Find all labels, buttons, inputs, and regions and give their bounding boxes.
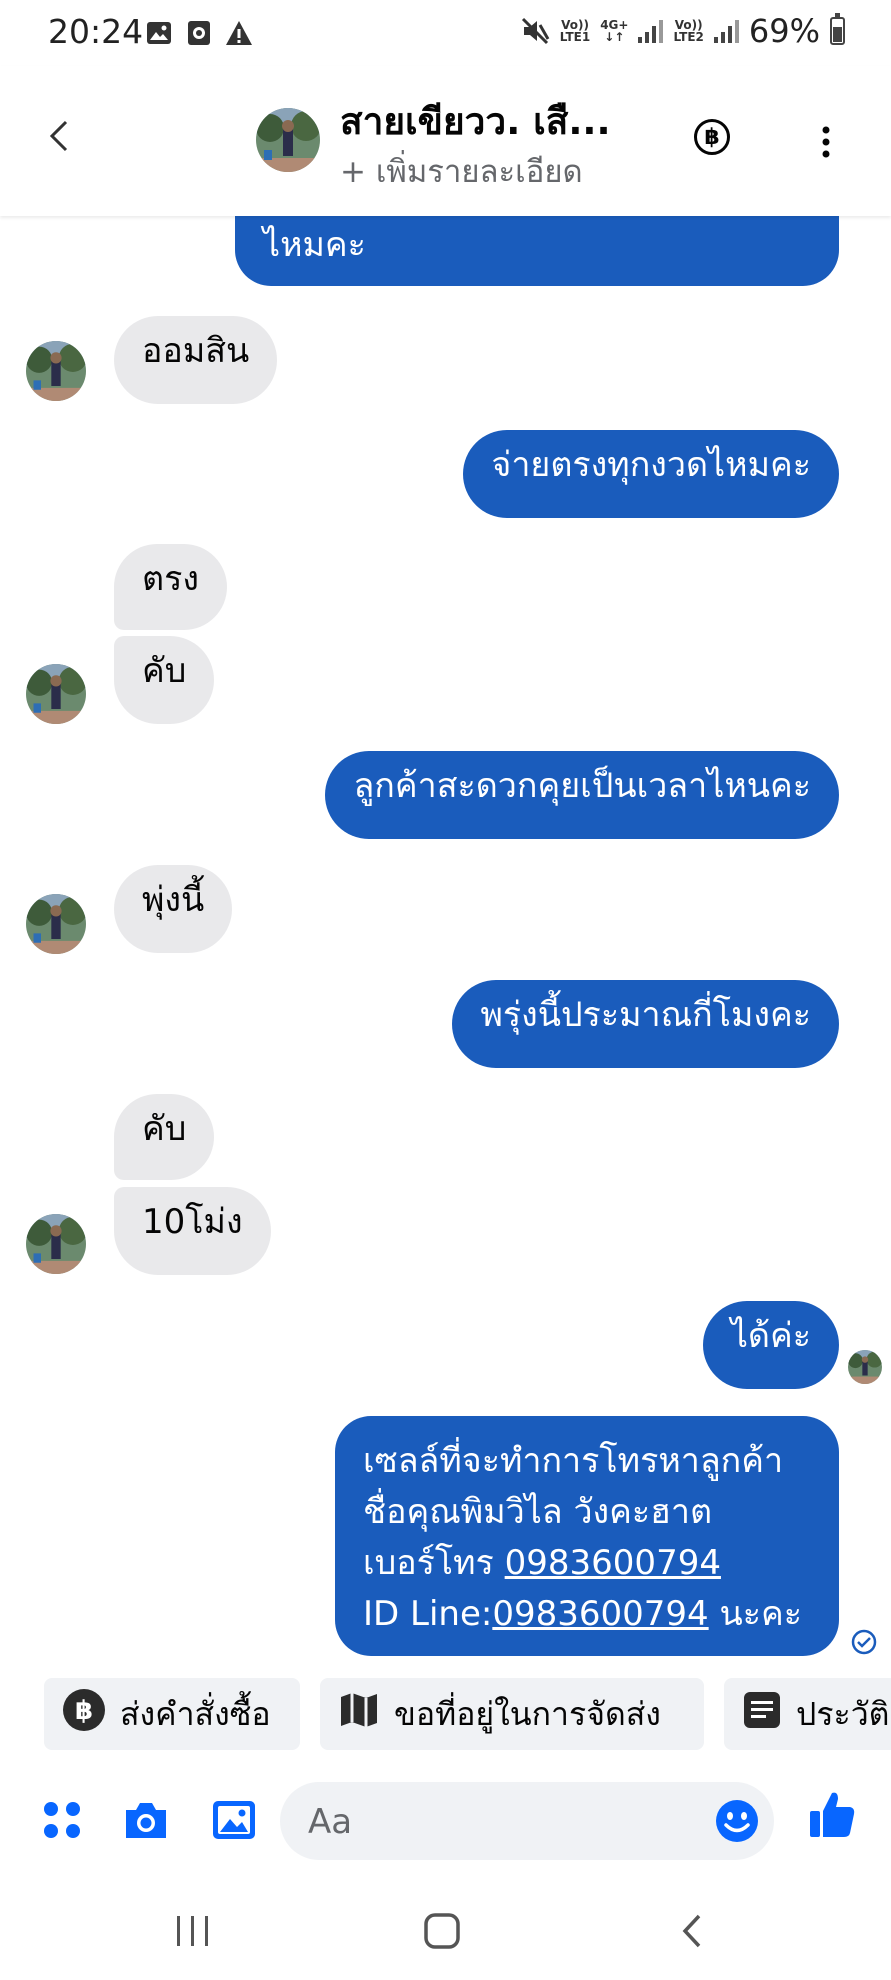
network-type-indicator: 4G+ ↓↑	[600, 18, 629, 44]
baht-icon: ฿	[62, 1688, 106, 1740]
message-text: ได้ค่ะ	[730, 1316, 811, 1356]
home-button[interactable]	[412, 1908, 472, 1954]
message-text: จ่ายตรงทุกงวดไหมคะ	[491, 445, 811, 485]
chat-header: สายเขียวว. เสื... + เพิ่มรายละเอียด ฿	[0, 66, 891, 216]
outgoing-message[interactable]: จ่ายตรงทุกงวดไหมคะ	[463, 430, 839, 518]
signal-sim2-icon	[713, 19, 739, 43]
delivered-check-icon	[850, 1628, 878, 1656]
message-line: ชื่อคุณพิมวิไล วังคะฮาต	[363, 1492, 713, 1532]
emoji-icon[interactable]	[714, 1798, 760, 1844]
contact-avatar-small[interactable]	[26, 894, 86, 954]
contact-avatar-small[interactable]	[26, 341, 86, 401]
quick-reply-label: ส่งคำสั่งซื้อ	[120, 1694, 271, 1733]
battery-percent: 69%	[748, 12, 820, 50]
apps-icon[interactable]	[38, 1796, 86, 1844]
back-arrow-icon[interactable]	[40, 116, 80, 156]
svg-text:฿: ฿	[75, 1696, 93, 1726]
android-nav-bar	[0, 1880, 891, 1980]
camera-icon[interactable]	[122, 1796, 170, 1844]
contact-avatar-small[interactable]	[26, 664, 86, 724]
outgoing-message[interactable]: พรุ่งนี้ประมาณกี่โมงคะ	[452, 980, 839, 1068]
incoming-message[interactable]: คับ	[114, 1094, 215, 1180]
sim1-indicator: Vo)) LTE1	[559, 18, 591, 44]
contact-avatar[interactable]	[256, 108, 320, 172]
sim2-indicator: Vo)) LTE2	[673, 18, 704, 44]
message-text: เบอร์โทร	[363, 1543, 505, 1583]
message-text: ลูกค้าสะดวกคุยเป็นเวลาไหนคะ	[353, 766, 811, 806]
signal-sim1-icon	[638, 19, 664, 43]
message-text: พุ่งนี้	[142, 880, 205, 920]
mute-icon	[520, 16, 550, 46]
contact-avatar-small[interactable]	[26, 1214, 86, 1274]
outgoing-message[interactable]: ได้ค่ะ	[702, 1301, 839, 1389]
contact-name[interactable]: สายเขียวว. เสื...	[340, 92, 611, 151]
quick-reply-history[interactable]: ประวัติ	[724, 1678, 891, 1750]
message-input[interactable]	[306, 1794, 690, 1850]
more-options-icon[interactable]	[808, 124, 844, 160]
quick-reply-label: ประวัติ	[796, 1694, 890, 1733]
incoming-message[interactable]: ตรง	[114, 544, 227, 630]
quick-reply-request-address[interactable]: ขอที่อยู่ในการจัดส่ง	[320, 1678, 704, 1750]
payment-baht-icon[interactable]: ฿	[694, 119, 730, 155]
status-time: 20:24	[48, 12, 144, 51]
gallery-notification-icon	[144, 18, 174, 48]
status-bar: 20:24 Vo)) LTE1 4G+ ↓↑ Vo)) LTE2 69%	[0, 0, 891, 66]
map-icon	[338, 1689, 380, 1739]
message-line: เบอร์โทร 0983600794	[363, 1538, 811, 1589]
warning-icon	[224, 18, 254, 48]
battery-icon	[830, 13, 845, 45]
screen-record-icon	[184, 18, 214, 48]
message-text: 10โม่ง	[142, 1202, 243, 1242]
outgoing-message[interactable]: ลูกค้าสะดวกคุยเป็นเวลาไหนคะ	[325, 751, 839, 839]
phone-link[interactable]: 0983600794	[505, 1543, 721, 1583]
outgoing-message[interactable]: เซลล์ที่จะทำการโทรหาลูกค้า ชื่อคุณพิมวิไ…	[335, 1416, 839, 1656]
document-icon	[742, 1690, 782, 1738]
quick-reply-send-order[interactable]: ฿ ส่งคำสั่งซื้อ	[44, 1678, 300, 1750]
incoming-message[interactable]: พุ่งนี้	[114, 865, 233, 953]
notification-icons	[144, 18, 254, 48]
message-text: คับ	[142, 1109, 187, 1149]
message-text: ไหมคะ	[263, 225, 366, 265]
message-composer	[0, 1770, 891, 1870]
message-text: ตรง	[142, 559, 199, 599]
incoming-message[interactable]: คับ	[114, 636, 215, 724]
message-text: คับ	[142, 651, 187, 691]
message-input-box[interactable]	[280, 1782, 774, 1860]
message-line: เซลล์ที่จะทำการโทรหาลูกค้า	[363, 1441, 784, 1481]
message-text: พรุ่งนี้ประมาณกี่โมงคะ	[480, 995, 811, 1035]
quick-reply-label: ขอที่อยู่ในการจัดส่ง	[394, 1694, 661, 1733]
message-text: นะคะ	[708, 1594, 802, 1634]
message-line: ID Line:0983600794 นะคะ	[363, 1589, 811, 1640]
add-details-link[interactable]: + เพิ่มรายละเอียด	[340, 146, 583, 196]
seen-avatar	[848, 1350, 882, 1384]
line-id-link[interactable]: 0983600794	[492, 1594, 708, 1634]
message-text: ID Line:	[363, 1594, 493, 1634]
message-text: ออมสิน	[142, 331, 250, 371]
system-back-button[interactable]	[662, 1908, 722, 1954]
incoming-message[interactable]: 10โม่ง	[114, 1187, 271, 1275]
recents-button[interactable]	[163, 1908, 223, 1954]
incoming-message[interactable]: ออมสิน	[114, 316, 278, 404]
thumbs-up-icon[interactable]	[808, 1790, 856, 1838]
status-right-group: Vo)) LTE1 4G+ ↓↑ Vo)) LTE2 69%	[520, 12, 845, 50]
gallery-icon[interactable]	[210, 1796, 258, 1844]
